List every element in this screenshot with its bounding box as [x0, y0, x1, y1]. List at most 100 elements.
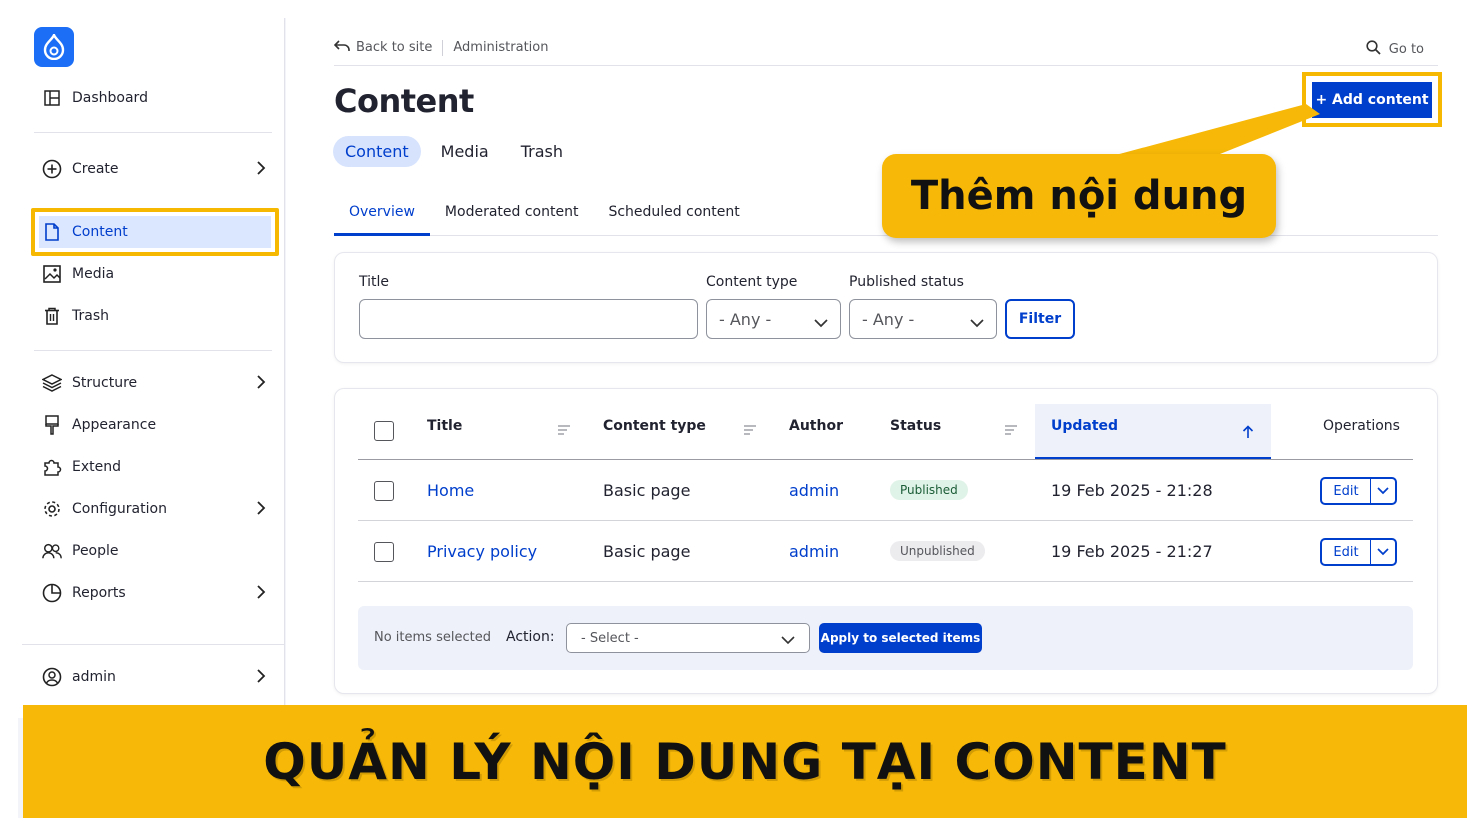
edit-dropbutton[interactable]: Edit: [1320, 538, 1397, 566]
status-badge: Unpublished: [890, 541, 985, 561]
chevron-right-icon: [256, 585, 266, 603]
sidebar-item-label: Configuration: [72, 501, 167, 517]
chevron-down-icon[interactable]: [1371, 479, 1395, 503]
sidebar-item-label: Trash: [72, 308, 109, 324]
action-select-value: - Select -: [581, 630, 639, 646]
row-divider: [358, 581, 1413, 582]
sidebar-item-trash[interactable]: Trash: [42, 301, 272, 331]
chevron-down-icon: [970, 313, 984, 332]
published-status-select[interactable]: - Any -: [849, 299, 997, 339]
select-all-checkbox[interactable]: [374, 421, 394, 441]
chevron-down-icon: [814, 313, 828, 332]
sidebar-item-configuration[interactable]: Configuration: [42, 494, 272, 524]
action-select[interactable]: - Select -: [566, 623, 810, 653]
chevron-down-icon[interactable]: [1371, 540, 1395, 564]
sidebar-item-appearance[interactable]: Appearance: [42, 410, 272, 440]
content-type-cell: Basic page: [603, 542, 691, 561]
sidebar: Dashboard Create Content Media Trash Str…: [18, 18, 285, 718]
column-header-author: Author: [789, 418, 843, 434]
status-badge: Published: [890, 480, 968, 500]
column-header-content-type[interactable]: Content type: [603, 418, 706, 434]
action-label: Action:: [506, 629, 555, 645]
edit-dropbutton[interactable]: Edit: [1320, 477, 1397, 505]
row-checkbox[interactable]: [374, 542, 394, 562]
row-divider: [358, 520, 1413, 521]
bulk-actions-bar: No items selected Action: - Select - App…: [358, 606, 1413, 670]
column-header-title[interactable]: Title: [427, 418, 462, 434]
sidebar-item-label: Media: [72, 266, 115, 282]
content-type-select[interactable]: - Any -: [706, 299, 841, 339]
go-to-label: Go to: [1388, 42, 1424, 57]
brush-icon: [42, 415, 62, 435]
title-filter-input[interactable]: [359, 299, 698, 339]
column-header-status[interactable]: Status: [890, 418, 941, 434]
file-icon: [42, 222, 62, 242]
sidebar-item-label: admin: [72, 669, 116, 685]
people-icon: [42, 541, 62, 561]
tab-moderated-content[interactable]: Moderated content: [430, 196, 594, 236]
add-content-button[interactable]: + Add content: [1312, 82, 1432, 118]
row-checkbox[interactable]: [374, 481, 394, 501]
sort-ascending-icon[interactable]: [1242, 424, 1254, 443]
chevron-right-icon: [256, 501, 266, 519]
trash-icon: [42, 306, 62, 326]
author-link[interactable]: admin: [789, 542, 839, 561]
primary-tabs: Content Media Trash: [333, 136, 575, 167]
selection-count: No items selected: [374, 630, 491, 645]
page-title: Content: [334, 82, 474, 120]
updated-cell: 19 Feb 2025 - 21:27: [1051, 542, 1213, 561]
go-to-button[interactable]: Go to: [1366, 40, 1424, 59]
content-title-link[interactable]: Home: [427, 481, 474, 500]
breadcrumb-administration[interactable]: Administration: [443, 40, 548, 55]
sidebar-item-label: Dashboard: [72, 90, 148, 106]
sidebar-item-media[interactable]: Media: [42, 259, 272, 289]
sidebar-item-people[interactable]: People: [42, 536, 272, 566]
drupal-logo-icon[interactable]: [34, 27, 74, 67]
sidebar-item-create[interactable]: Create: [42, 154, 272, 184]
edit-button[interactable]: Edit: [1322, 540, 1371, 564]
tab-scheduled-content[interactable]: Scheduled content: [593, 196, 754, 236]
content-type-cell: Basic page: [603, 481, 691, 500]
sidebar-item-label: People: [72, 543, 119, 559]
column-header-updated[interactable]: Updated: [1051, 418, 1118, 434]
tab-overview[interactable]: Overview: [334, 196, 430, 236]
gear-icon: [42, 499, 62, 519]
content-type-label: Content type: [706, 274, 798, 290]
chevron-down-icon: [781, 634, 795, 649]
sidebar-item-admin[interactable]: admin: [42, 662, 272, 692]
sidebar-item-extend[interactable]: Extend: [42, 452, 272, 482]
sort-icon[interactable]: [557, 421, 571, 440]
sort-icon[interactable]: [743, 421, 757, 440]
nav-divider: [34, 350, 272, 351]
dashboard-icon: [42, 88, 62, 108]
title-filter-label: Title: [359, 274, 390, 290]
image-icon: [42, 264, 62, 284]
filter-panel: Title Content type - Any - Published sta…: [334, 252, 1438, 363]
updated-cell: 19 Feb 2025 - 21:28: [1051, 481, 1213, 500]
sidebar-item-content[interactable]: Content: [42, 217, 272, 247]
tab-trash[interactable]: Trash: [509, 136, 575, 167]
sidebar-item-dashboard[interactable]: Dashboard: [42, 83, 272, 113]
edit-button[interactable]: Edit: [1322, 479, 1371, 503]
tab-media[interactable]: Media: [429, 136, 501, 167]
caption-banner: QUẢN LÝ NỘI DUNG TẠI CONTENT: [23, 705, 1467, 818]
plus-circle-icon: [42, 159, 62, 179]
chevron-right-icon: [256, 669, 266, 687]
sidebar-item-reports[interactable]: Reports: [42, 578, 272, 608]
sort-icon[interactable]: [1004, 421, 1018, 440]
sidebar-item-structure[interactable]: Structure: [42, 368, 272, 398]
content-type-value: - Any -: [719, 309, 772, 329]
published-status-value: - Any -: [862, 309, 915, 329]
nav-divider: [22, 644, 284, 645]
tab-content[interactable]: Content: [333, 136, 421, 167]
sidebar-item-label: Structure: [72, 375, 138, 391]
author-link[interactable]: admin: [789, 481, 839, 500]
apply-to-selected-button[interactable]: Apply to selected items: [819, 623, 982, 653]
content-title-link[interactable]: Privacy policy: [427, 542, 537, 561]
sidebar-item-label: Create: [72, 161, 119, 177]
back-to-site-link[interactable]: Back to site: [333, 39, 444, 56]
published-status-label: Published status: [849, 274, 964, 290]
filter-button[interactable]: Filter: [1005, 299, 1075, 339]
sidebar-item-label: Reports: [72, 585, 126, 601]
chevron-right-icon: [256, 161, 266, 179]
